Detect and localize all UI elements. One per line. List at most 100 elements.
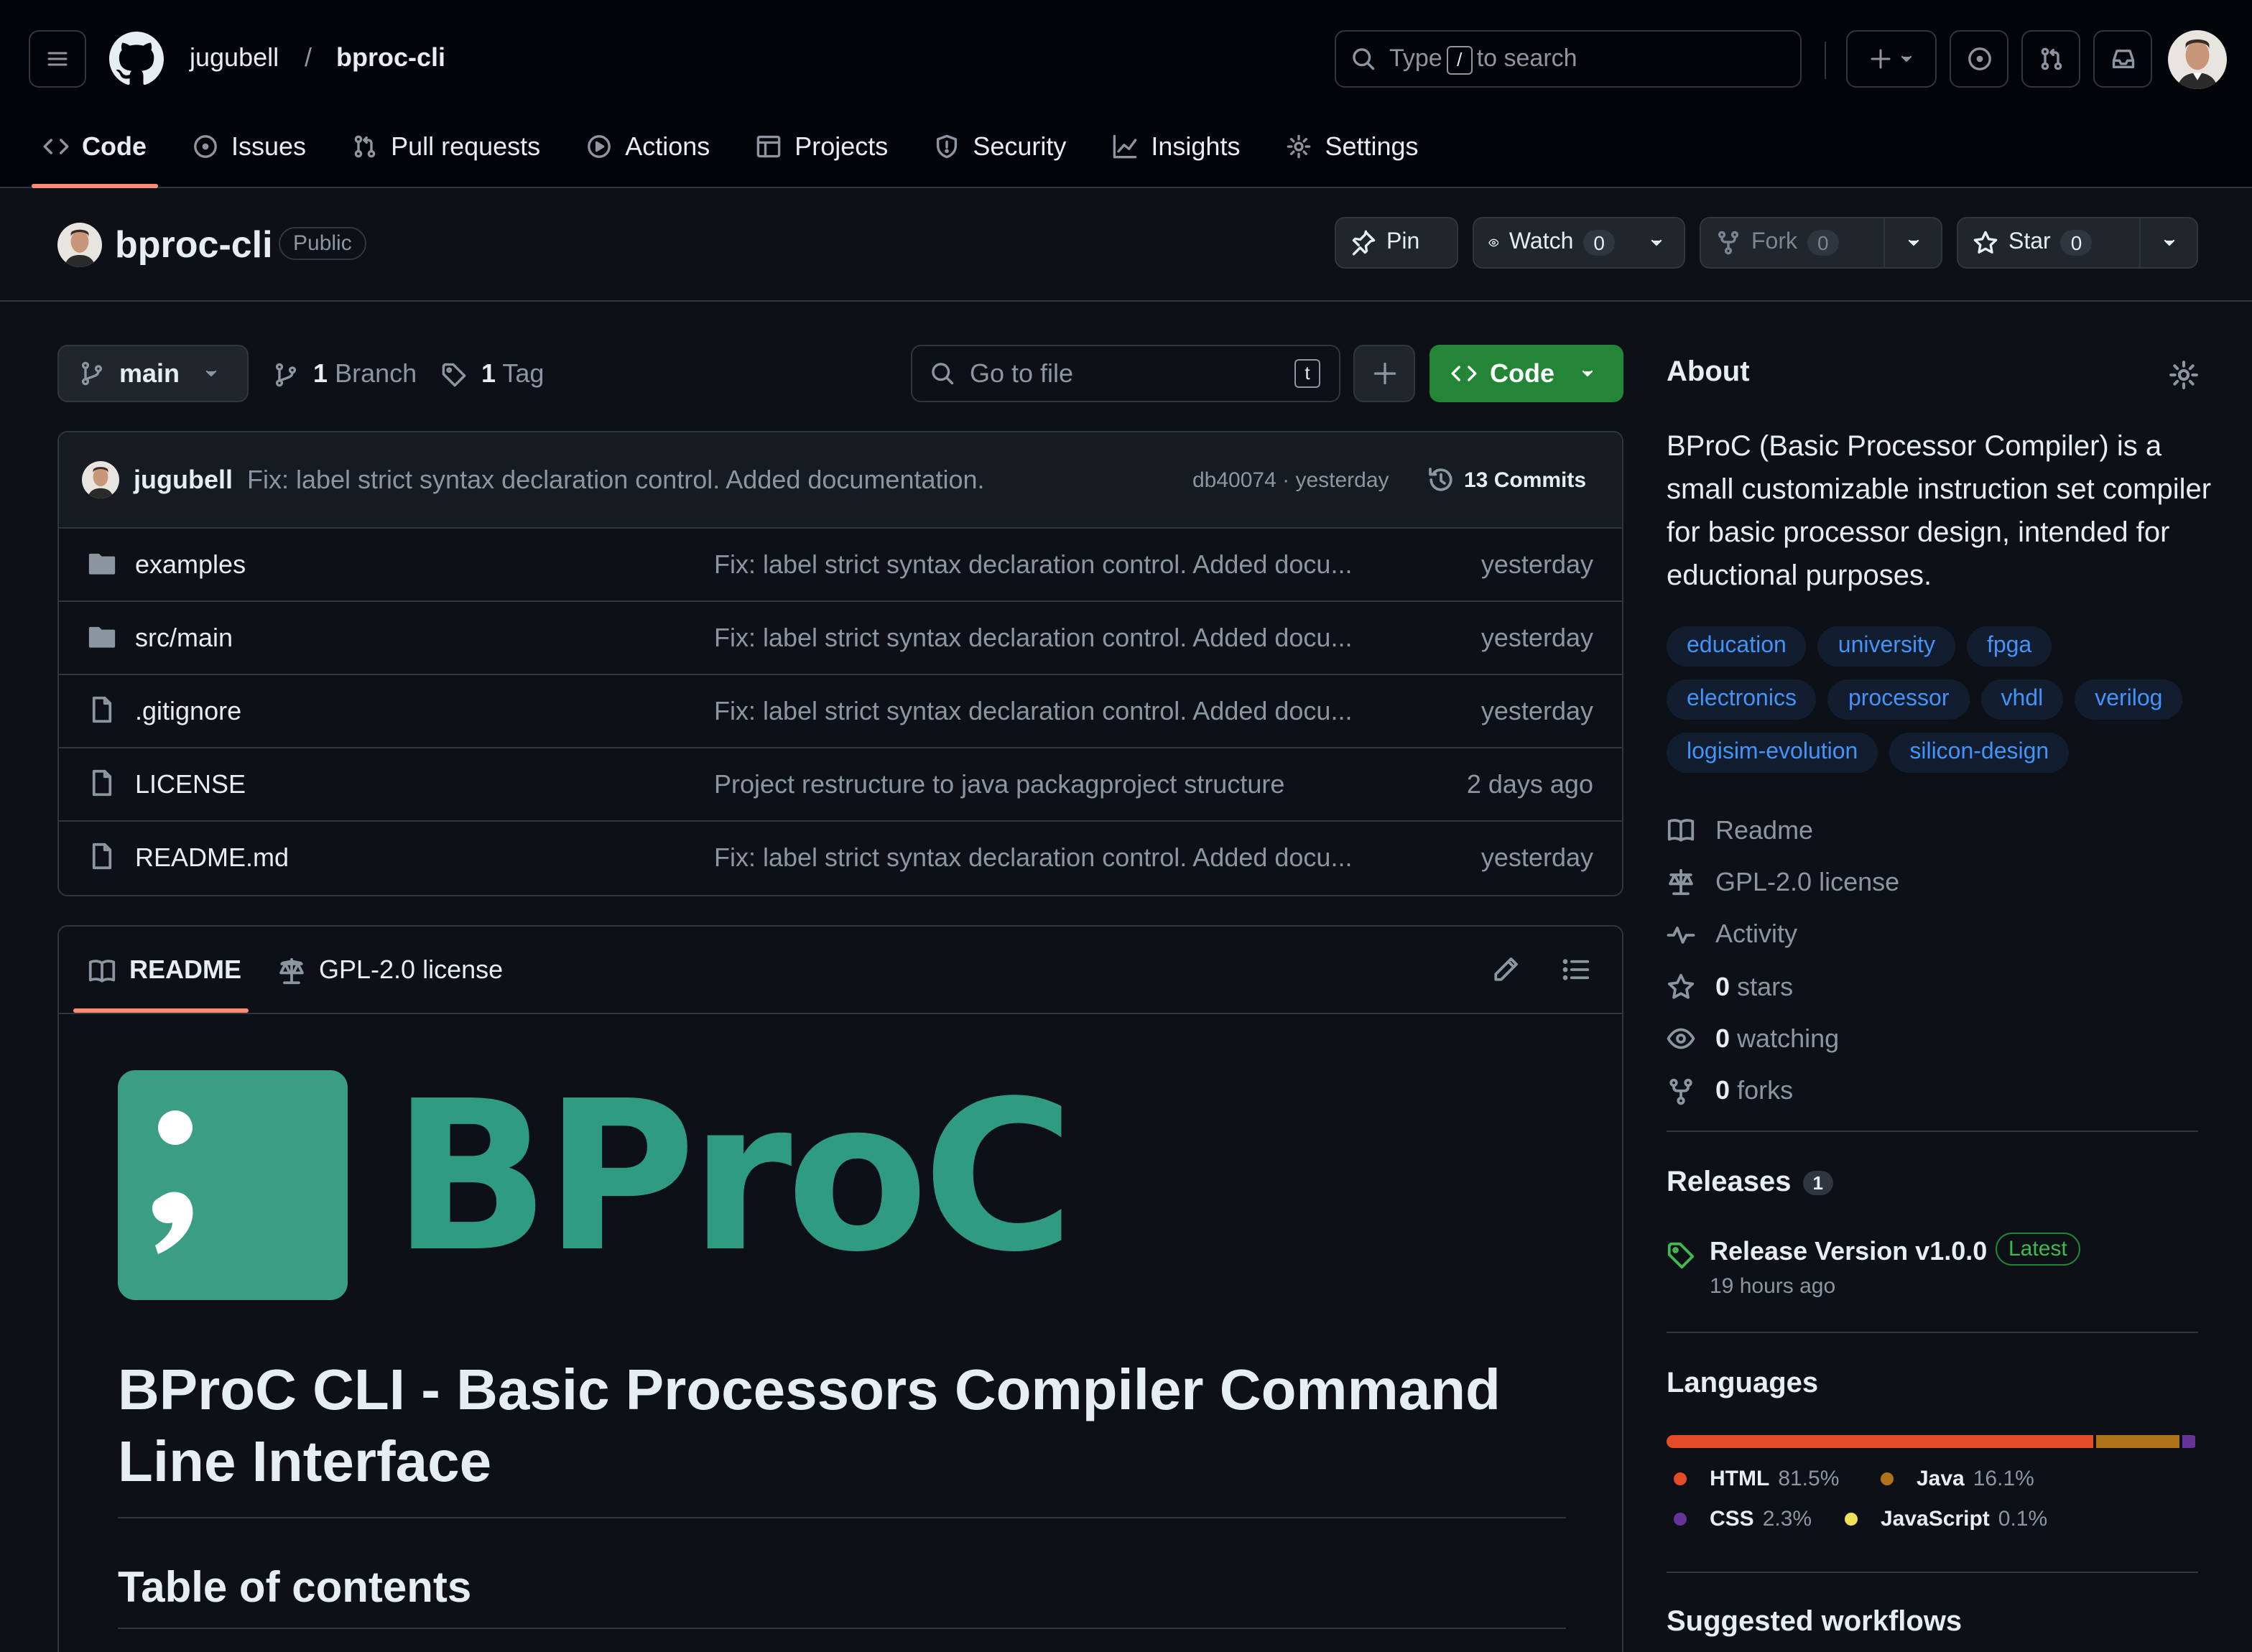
tab-pull-requests[interactable]: Pull requests xyxy=(340,118,552,175)
forks-link[interactable]: 0 forks xyxy=(1667,1065,1899,1118)
language-item[interactable]: Java 16.1% xyxy=(1881,1467,2034,1491)
commit-sha-time[interactable]: db40074 · yesterday xyxy=(1192,468,1389,492)
plus-icon xyxy=(1870,49,1890,69)
activity-link[interactable]: Activity xyxy=(1667,909,1899,961)
file-name[interactable]: LICENSE xyxy=(135,769,246,799)
topic-tag[interactable]: silicon-design xyxy=(1889,733,2070,773)
commits-count-label: 13 Commits xyxy=(1464,468,1587,492)
file-commit-message[interactable]: Fix: label strict syntax declaration con… xyxy=(714,623,1352,653)
tab-readme[interactable]: README xyxy=(88,955,241,985)
tab-projects[interactable]: Projects xyxy=(744,118,899,175)
list-unordered-icon[interactable] xyxy=(1562,955,1590,984)
language-bar xyxy=(1667,1435,2198,1448)
tags-link[interactable]: 1 Tag xyxy=(441,359,544,389)
pin-button[interactable]: Pin xyxy=(1335,217,1458,269)
release-name[interactable]: Release Version v1.0.0 xyxy=(1710,1237,1987,1267)
tab-readme-label: README xyxy=(129,955,242,984)
file-icon xyxy=(92,769,112,797)
tab-license[interactable]: GPL-2.0 license xyxy=(277,955,503,985)
file-name[interactable]: README.md xyxy=(135,843,289,873)
tab-settings[interactable]: Settings xyxy=(1274,118,1429,175)
github-logo-icon[interactable] xyxy=(109,32,164,86)
tab-label: Settings xyxy=(1325,131,1419,160)
language-item[interactable]: CSS 2.3% xyxy=(1674,1507,1812,1531)
topic-tag[interactable]: fpga xyxy=(1966,626,2052,667)
breadcrumb-owner[interactable]: jugubell xyxy=(190,43,279,73)
create-new-button[interactable] xyxy=(1846,30,1937,88)
tab-issues[interactable]: Issues xyxy=(181,118,318,175)
inbox-button[interactable] xyxy=(2093,30,2152,88)
topic-tag[interactable]: processor xyxy=(1827,679,1970,720)
file-name[interactable]: .gitignore xyxy=(135,696,241,726)
topic-tag[interactable]: education xyxy=(1667,626,1807,667)
file-commit-message[interactable]: Project restructure to java packagprojec… xyxy=(714,769,1284,799)
gear-icon[interactable] xyxy=(2168,359,2200,391)
file-commit-message[interactable]: Fix: label strict syntax declaration con… xyxy=(714,696,1352,726)
menu-button[interactable] xyxy=(29,30,86,88)
commit-author[interactable]: jugubell xyxy=(134,465,233,495)
topic-tag[interactable]: vhdl xyxy=(1980,679,2064,720)
branches-link[interactable]: 1 Branch xyxy=(273,359,417,389)
topic-tag[interactable]: logisim-evolution xyxy=(1667,733,1878,773)
releases-heading[interactable]: Releases 1 xyxy=(1667,1166,1833,1199)
file-row[interactable]: LICENSE Project restructure to java pack… xyxy=(59,748,1622,822)
readme-heading: BProC CLI - Basic Processors Compiler Co… xyxy=(118,1359,1501,1494)
star-button[interactable]: Star 0 xyxy=(1957,217,2198,269)
language-item[interactable]: HTML 81.5% xyxy=(1674,1467,1839,1491)
pull-request-icon xyxy=(2040,47,2062,70)
license-link[interactable]: GPL-2.0 license xyxy=(1667,857,1899,909)
fork-button[interactable]: Fork 0 xyxy=(1700,217,1942,269)
topic-tag[interactable]: electronics xyxy=(1667,679,1817,720)
bproc-logo-text: BProC xyxy=(392,1056,1075,1297)
owner-avatar[interactable] xyxy=(57,223,102,267)
topic-tag[interactable]: verilog xyxy=(2075,679,2183,720)
tab-security[interactable]: Security xyxy=(922,118,1078,175)
tab-insights[interactable]: Insights xyxy=(1100,118,1251,175)
star-dropdown[interactable] xyxy=(2139,218,2197,267)
file-row[interactable]: src/main Fix: label strict syntax declar… xyxy=(59,602,1622,675)
file-row[interactable]: .gitignore Fix: label strict syntax decl… xyxy=(59,675,1622,748)
language-bar-segment xyxy=(2197,1435,2198,1448)
search-input[interactable]: Type / to search xyxy=(1335,30,1802,88)
fork-icon xyxy=(1669,1078,1692,1105)
file-commit-message[interactable]: Fix: label strict syntax declaration con… xyxy=(714,843,1352,873)
eye-icon xyxy=(1488,238,1499,247)
branch-selector[interactable]: main xyxy=(57,345,249,402)
stars-link[interactable]: 0 stars xyxy=(1667,961,1899,1013)
add-file-button[interactable] xyxy=(1353,345,1415,402)
code-button-label: Code xyxy=(1490,358,1554,387)
tag-icon xyxy=(1667,1242,1695,1269)
star-count: 0 xyxy=(2060,230,2093,256)
tab-label: Projects xyxy=(794,131,889,160)
tab-code[interactable]: Code xyxy=(32,118,158,188)
watch-dropdown[interactable] xyxy=(1629,218,1684,267)
code-button[interactable]: Code xyxy=(1429,345,1623,402)
commits-link[interactable]: 13 Commits xyxy=(1427,465,1586,494)
watch-button[interactable]: Watch 0 xyxy=(1473,217,1685,269)
releases-title: Releases xyxy=(1667,1166,1792,1198)
topic-tag[interactable]: university xyxy=(1817,626,1955,667)
repo-name[interactable]: bproc-cli xyxy=(115,223,273,267)
caret-down-icon xyxy=(2164,239,2174,246)
breadcrumb-repo[interactable]: bproc-cli xyxy=(336,43,445,73)
readme-link[interactable]: Readme xyxy=(1667,804,1899,857)
issues-button[interactable] xyxy=(1950,30,2008,88)
go-to-file-input[interactable]: Go to file t xyxy=(911,345,1340,402)
commit-message[interactable]: Fix: label strict syntax declaration con… xyxy=(247,465,985,495)
pull-requests-button[interactable] xyxy=(2021,30,2080,88)
file-row[interactable]: README.md Fix: label strict syntax decla… xyxy=(59,822,1622,895)
fork-dropdown[interactable] xyxy=(1883,218,1941,267)
file-name[interactable]: examples xyxy=(135,549,246,580)
user-avatar[interactable] xyxy=(2168,30,2227,89)
commit-author-avatar[interactable] xyxy=(82,461,119,498)
pencil-icon[interactable] xyxy=(1491,955,1520,984)
visibility-badge: Public xyxy=(279,227,366,260)
file-name[interactable]: src/main xyxy=(135,623,233,653)
file-row[interactable]: examples Fix: label strict syntax declar… xyxy=(59,529,1622,602)
file-commit-message[interactable]: Fix: label strict syntax declaration con… xyxy=(714,549,1352,580)
tab-actions[interactable]: Actions xyxy=(575,118,721,175)
eye-icon xyxy=(1667,1029,1695,1050)
file-commit-time: yesterday xyxy=(1481,696,1593,725)
watching-link[interactable]: 0 watching xyxy=(1667,1013,1899,1065)
language-item[interactable]: JavaScript 0.1% xyxy=(1845,1507,2047,1531)
